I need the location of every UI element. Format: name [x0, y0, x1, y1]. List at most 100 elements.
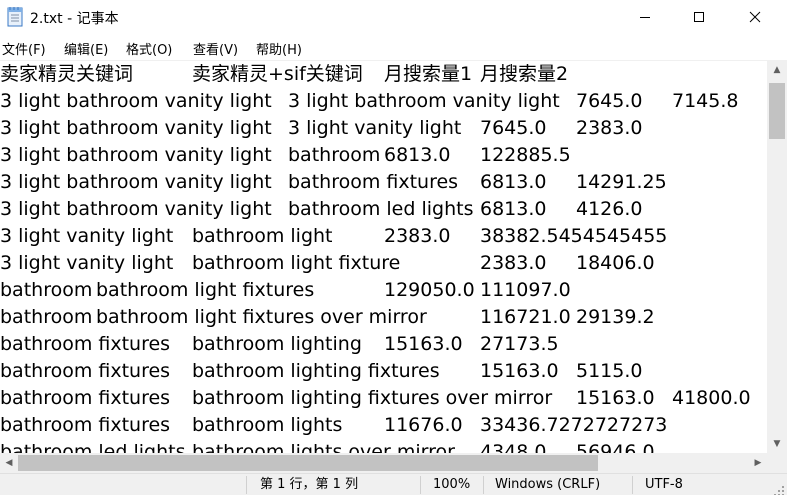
horizontal-scroll-thumb[interactable]	[18, 455, 598, 471]
text-cell: bathroom lighting	[192, 333, 362, 355]
text-line: 3 light vanity light bathroom light 2383.0…	[0, 223, 767, 250]
status-divider	[420, 476, 421, 494]
text-cell: bathroom light fixtures over mirror	[96, 306, 427, 328]
text-cell: 15163.0	[576, 387, 655, 409]
menu-format[interactable]: 格式(O)	[126, 39, 172, 58]
text-cell: 3 light bathroom vanity light	[0, 171, 272, 193]
text-cell: bathroom fixtures	[0, 360, 171, 382]
status-cursor-position: 第 1 行，第 1 列	[260, 477, 359, 492]
text-cell: 7645.0	[480, 117, 547, 139]
text-cell: 3 light bathroom vanity light	[0, 198, 272, 220]
text-cell: 7145.8	[672, 90, 739, 112]
text-line: bathroom led lights bathroom lights over …	[0, 439, 767, 453]
text-cell: bathroom fixtures	[288, 171, 459, 193]
text-cell: bathroom lighting fixtures over mirror	[192, 387, 553, 409]
menu-view[interactable]: 查看(V)	[193, 39, 238, 58]
text-cell: bathroom	[0, 279, 93, 301]
text-cell: 4126.0	[576, 198, 643, 220]
status-divider	[246, 476, 247, 494]
minimize-button[interactable]	[617, 0, 673, 34]
text-cell: 7645.0	[576, 90, 643, 112]
text-cell: 14291.25	[576, 171, 667, 193]
text-cell: bathroom led lights	[288, 198, 474, 220]
text-cell: 129050.0	[384, 279, 475, 301]
text-cell: 15163.0	[384, 333, 463, 355]
text-cell: 3 light vanity light	[0, 225, 174, 247]
menu-help[interactable]: 帮助(H)	[256, 39, 302, 58]
text-cell: 116721.0	[480, 306, 571, 328]
text-cell: 2383.0	[384, 225, 451, 247]
scroll-right-arrow-icon[interactable]: ▶	[749, 453, 767, 473]
text-cell: 月搜索量1	[384, 63, 473, 85]
text-cell: bathroom	[0, 306, 93, 328]
text-cell: 3 light vanity light	[0, 252, 174, 274]
text-cell: 3 light bathroom vanity light	[0, 90, 272, 112]
maximize-icon	[694, 12, 704, 22]
text-cell: 2383.0	[576, 117, 643, 139]
text-cell: bathroom lights	[192, 414, 343, 436]
text-cell: 41800.0	[672, 387, 751, 409]
scrollbar-corner	[767, 453, 787, 473]
text-cell: 33436.7272727273	[480, 414, 668, 436]
text-cell: bathroom light	[192, 225, 333, 247]
text-line: bathroom bathroom light fixtures 129050.0 1…	[0, 277, 767, 304]
text-cell: 3 light bathroom vanity light	[288, 90, 560, 112]
text-cell: bathroom light fixture	[192, 252, 401, 274]
text-cell: 5115.0	[576, 360, 643, 382]
vertical-scroll-thumb[interactable]	[769, 83, 785, 139]
text-line: bathroom fixtures bathroom lights 11676.0 3…	[0, 412, 767, 439]
text-cell: 29139.2	[576, 306, 655, 328]
text-cell: 3 light vanity light	[288, 117, 462, 139]
text-cell: bathroom	[288, 144, 381, 166]
minimize-icon	[640, 17, 650, 18]
text-cell: 122885.5	[480, 144, 571, 166]
text-cell: 4348.0	[480, 441, 547, 453]
status-divider	[632, 476, 633, 494]
text-cell: 15163.0	[480, 360, 559, 382]
text-cell: bathroom lighting fixtures	[192, 360, 440, 382]
text-line: 3 light bathroom vanity light bathroom 681…	[0, 142, 767, 169]
text-line: 3 light bathroom vanity light bathroom le…	[0, 196, 767, 223]
text-line: 3 light vanity light bathroom light fixtu…	[0, 250, 767, 277]
status-zoom: 100%	[433, 477, 471, 492]
scroll-down-arrow-icon[interactable]: ▼	[767, 435, 787, 453]
text-cell: 卖家精灵+sif关键词	[192, 63, 363, 85]
vertical-scrollbar[interactable]: ▲ ▼	[767, 61, 787, 453]
text-line: 3 light bathroom vanity light 3 light bat…	[0, 88, 767, 115]
scroll-up-arrow-icon[interactable]: ▲	[767, 61, 787, 79]
title-bar[interactable]: 2.txt - 记事本	[0, 0, 787, 36]
text-cell: 3 light bathroom vanity light	[0, 144, 272, 166]
text-cell: 38382.5454545455	[480, 225, 668, 247]
menu-file[interactable]: 文件(F)	[2, 39, 46, 58]
close-icon	[749, 11, 761, 23]
notepad-icon	[6, 6, 24, 28]
scroll-left-arrow-icon[interactable]: ◀	[0, 453, 18, 473]
text-cell: 56946.0	[576, 441, 655, 453]
text-cell: bathroom light fixtures	[96, 279, 315, 301]
text-cell: bathroom fixtures	[0, 414, 171, 436]
text-line: bathroom fixtures bathroom lighting fixtu…	[0, 358, 767, 385]
text-editor-area[interactable]: 卖家精灵关键词 卖家精灵+sif关键词 月搜索量1 月搜索量2 3 light bath…	[0, 61, 767, 453]
maximize-button[interactable]	[671, 0, 727, 34]
status-line-ending: Windows (CRLF)	[495, 477, 601, 492]
close-button[interactable]	[727, 0, 783, 34]
notepad-window: 2.txt - 记事本 文件(F) 编辑(E) 格式(O) 查看(V) 帮助(H…	[0, 0, 787, 495]
text-cell: 3 light bathroom vanity light	[0, 117, 272, 139]
text-cell: 月搜索量2	[480, 63, 569, 85]
text-cell: 111097.0	[480, 279, 571, 301]
text-cell: bathroom fixtures	[0, 387, 171, 409]
text-cell: bathroom fixtures	[0, 333, 171, 355]
status-divider	[483, 476, 484, 494]
text-line: 卖家精灵关键词 卖家精灵+sif关键词 月搜索量1 月搜索量2	[0, 61, 767, 88]
text-cell: bathroom led lights	[0, 441, 186, 453]
text-line: bathroom fixtures bathroom lighting fixtu…	[0, 385, 767, 412]
text-line: bathroom fixtures bathroom lighting 15163.…	[0, 331, 767, 358]
text-cell: 卖家精灵关键词	[0, 63, 134, 85]
text-cell: bathroom lights over mirror	[192, 441, 455, 453]
text-cell: 27173.5	[480, 333, 559, 355]
resize-grip-icon[interactable]	[773, 482, 785, 495]
text-cell: 18406.0	[576, 252, 655, 274]
text-cell: 2383.0	[480, 252, 547, 274]
menu-edit[interactable]: 编辑(E)	[64, 39, 108, 58]
horizontal-scrollbar[interactable]: ◀ ▶	[0, 453, 767, 473]
